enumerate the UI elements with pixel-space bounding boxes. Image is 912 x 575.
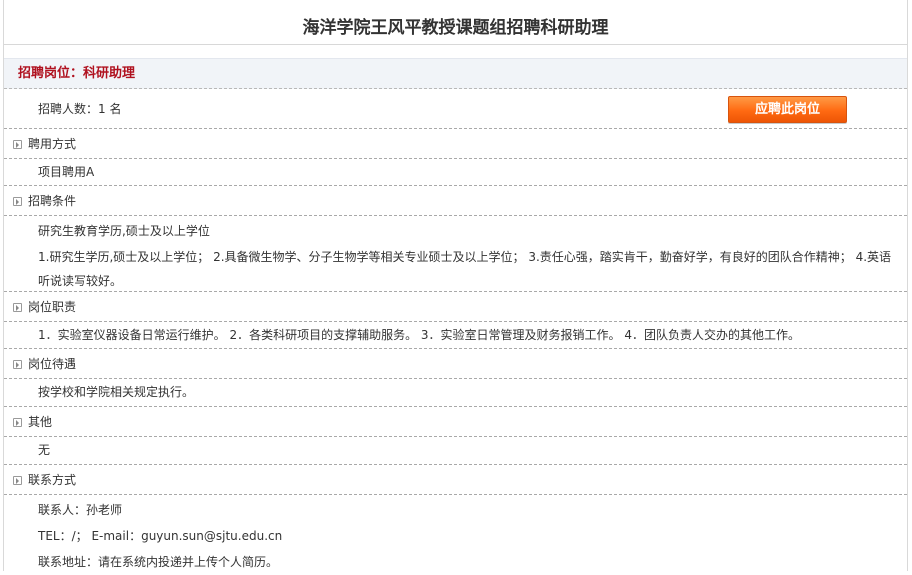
section-title: 联系方式	[28, 473, 77, 487]
headcount-row: 招聘人数：1 名 应聘此岗位	[4, 89, 907, 129]
expand-icon	[13, 197, 22, 206]
section-header-contact: 联系方式	[4, 465, 907, 495]
section-line: 1.研究生学历,硕士及以上学位； 2.具备微生物学、分子生物学等相关专业硕士及以…	[38, 250, 892, 288]
section-body-contact: 联系人：孙老师 TEL：/； E-mail：guyun.sun@sjtu.edu…	[4, 495, 907, 575]
section-line: 研究生教育学历,硕士及以上学位	[38, 224, 210, 238]
section-body-other: 无	[4, 437, 907, 465]
expand-icon	[13, 140, 22, 149]
section-line: 无	[38, 443, 51, 457]
expand-icon	[13, 360, 22, 369]
post-title-bar: 招聘岗位：科研助理	[4, 58, 907, 89]
contact-tel-email: TEL：/； E-mail：guyun.sun@sjtu.edu.cn	[38, 529, 283, 543]
section-body-employment: 项目聘用A	[4, 159, 907, 186]
page-title: 海洋学院王风平教授课题组招聘科研助理	[4, 0, 907, 45]
section-header-duties: 岗位职责	[4, 292, 907, 322]
section-line: 按学校和学院相关规定执行。	[38, 385, 195, 399]
section-title: 岗位职责	[28, 300, 77, 314]
expand-icon	[13, 303, 22, 312]
contact-address: 联系地址：请在系统内投递并上传个人简历。	[38, 555, 279, 569]
section-header-other: 其他	[4, 407, 907, 437]
section-body-duties: 1．实验室仪器设备日常运行维护。 2．各类科研项目的支撑辅助服务。 3．实验室日…	[4, 322, 907, 349]
section-title: 岗位待遇	[28, 357, 77, 371]
section-title: 其他	[28, 415, 53, 429]
apply-button[interactable]: 应聘此岗位	[728, 96, 847, 123]
section-title: 招聘条件	[28, 194, 77, 208]
section-line: 项目聘用A	[38, 165, 95, 179]
section-body-benefits: 按学校和学院相关规定执行。	[4, 379, 907, 407]
section-title: 聘用方式	[28, 137, 77, 151]
section-header-conditions: 招聘条件	[4, 186, 907, 216]
section-header-benefits: 岗位待遇	[4, 349, 907, 379]
job-posting: 海洋学院王风平教授课题组招聘科研助理 招聘岗位：科研助理 招聘人数：1 名 应聘…	[3, 0, 908, 571]
expand-icon	[13, 476, 22, 485]
section-body-conditions: 研究生教育学历,硕士及以上学位 1.研究生学历,硕士及以上学位； 2.具备微生物…	[4, 216, 907, 292]
section-line: 1．实验室仪器设备日常运行维护。 2．各类科研项目的支撑辅助服务。 3．实验室日…	[38, 328, 800, 342]
expand-icon	[13, 418, 22, 427]
contact-person: 联系人：孙老师	[38, 503, 123, 517]
headcount-text: 招聘人数：1 名	[38, 102, 122, 116]
section-header-employment: 聘用方式	[4, 129, 907, 159]
